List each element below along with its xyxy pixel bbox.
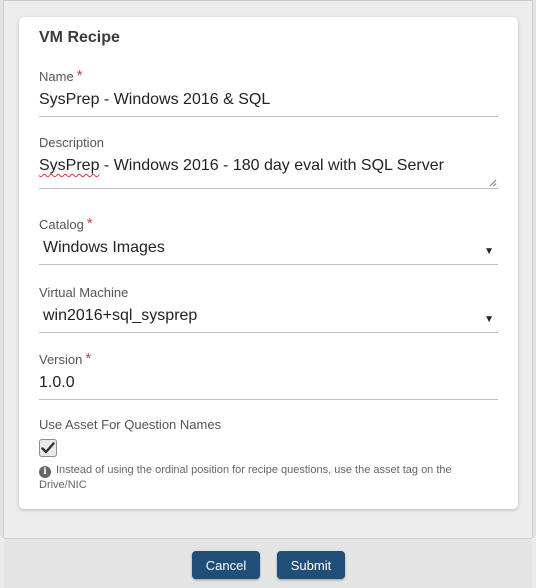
catalog-select[interactable]: Windows Images ▼: [39, 238, 498, 265]
name-field: Name * SysPrep - Windows 2016 & SQL: [39, 67, 498, 117]
catalog-field: Catalog * Windows Images ▼: [39, 215, 498, 265]
name-input[interactable]: SysPrep - Windows 2016 & SQL: [39, 90, 498, 117]
vm-recipe-card: VM Recipe Name * SysPrep - Windows 2016 &…: [19, 17, 518, 509]
required-marker: *: [76, 67, 83, 84]
required-marker: *: [85, 350, 92, 367]
version-input[interactable]: 1.0.0: [39, 373, 498, 400]
virtual-machine-field: Virtual Machine win2016+sql_sysprep ▼: [39, 285, 498, 333]
version-field: Version * 1.0.0: [39, 350, 498, 400]
form-footer: Cancel Submit: [4, 538, 532, 588]
description-text: SysPrep - Windows 2016 - 180 day eval wi…: [39, 157, 444, 174]
catalog-label: Catalog *: [39, 215, 93, 233]
dropdown-caret-icon: ▼: [484, 314, 494, 325]
frame-right-edge: [532, 0, 536, 538]
use-asset-label: Use Asset For Question Names: [39, 417, 222, 432]
description-field: Description SysPrep - Windows 2016 - 180…: [39, 135, 498, 189]
description-label: Description: [39, 135, 105, 150]
dropdown-caret-icon: ▼: [484, 246, 494, 257]
window-top-border: [0, 0, 536, 1]
required-marker: *: [86, 215, 93, 232]
version-label: Version *: [39, 350, 92, 368]
use-asset-help-text: i Instead of using the ordinal position f…: [39, 464, 452, 491]
frame-left-edge: [0, 0, 4, 538]
description-textarea[interactable]: SysPrep - Windows 2016 - 180 day eval wi…: [39, 156, 498, 189]
checkmark-icon: [41, 442, 55, 454]
use-asset-checkbox[interactable]: [39, 439, 57, 457]
misspelled-word: SysPrep: [39, 157, 100, 174]
cancel-button[interactable]: Cancel: [192, 551, 260, 579]
info-icon: i: [39, 466, 51, 478]
submit-button[interactable]: Submit: [277, 551, 345, 579]
use-asset-field: Use Asset For Question Names i Instead of…: [39, 417, 498, 493]
virtual-machine-label: Virtual Machine: [39, 285, 129, 300]
virtual-machine-select[interactable]: win2016+sql_sysprep ▼: [39, 306, 498, 333]
name-label: Name *: [39, 67, 83, 85]
card-title: VM Recipe: [39, 29, 120, 46]
resize-handle-icon[interactable]: [489, 179, 497, 187]
